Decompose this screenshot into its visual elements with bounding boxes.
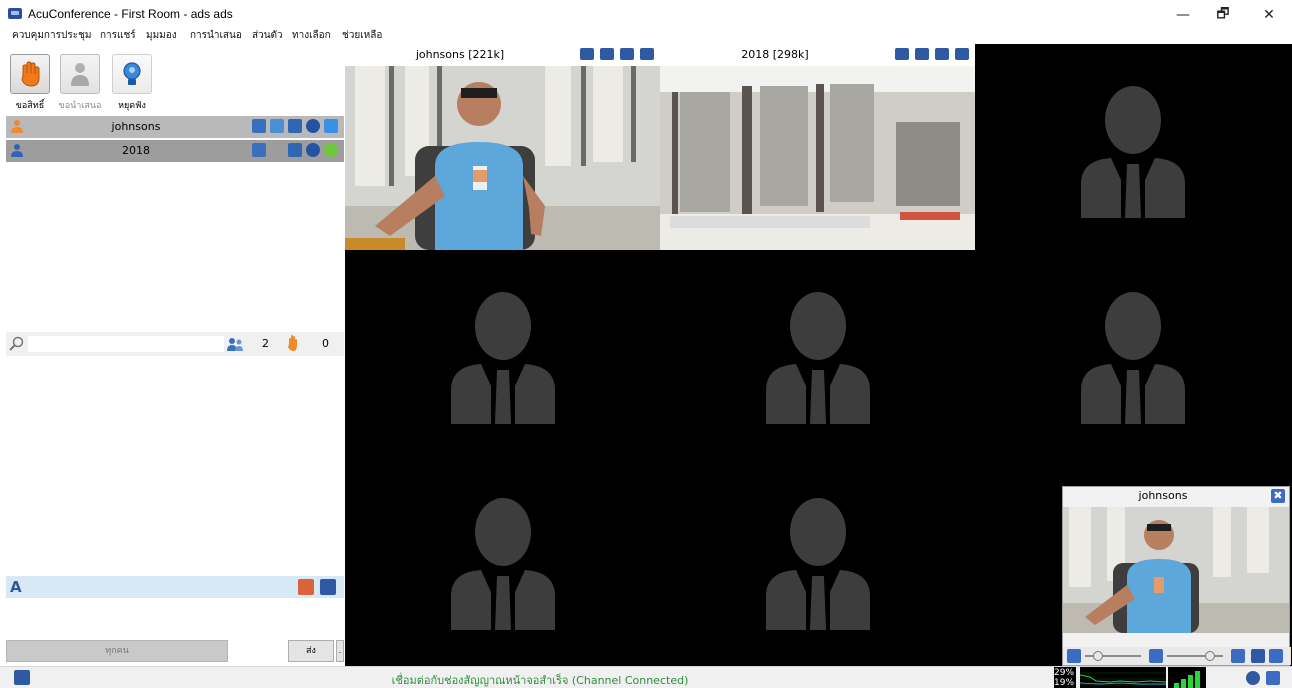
windows-os-icon <box>324 119 338 133</box>
webcam-icon[interactable] <box>306 119 320 133</box>
app-logo-icon <box>8 8 22 19</box>
raised-hand-count: 0 <box>322 337 329 350</box>
close-window-button[interactable]: ✕ <box>1246 4 1292 26</box>
connection-status: เชื่อมต่อกับช่องสัญญาณหน้าจอสำเร็จ (Chan… <box>391 674 689 687</box>
video-tile-title: johnsons [221k] <box>415 48 505 61</box>
search-icon <box>9 336 24 351</box>
menu-conference-control[interactable]: ควบคุมการประชุม <box>12 28 91 43</box>
font-icon[interactable]: A <box>10 578 22 596</box>
stop-listening-label: หยุดฟัง <box>118 101 146 111</box>
participant-search-bar: 2 0 <box>6 332 344 356</box>
network-signal-graph <box>1168 667 1206 688</box>
chat-icon[interactable] <box>252 143 266 157</box>
hand-icon <box>21 61 40 87</box>
hand-icon <box>288 335 297 351</box>
empty-seat-placeholder-icon <box>1081 86 1185 218</box>
maximize-button[interactable]: 🗗 <box>1200 4 1246 26</box>
participant-name: 2018 <box>122 144 150 157</box>
pin-icon[interactable] <box>620 48 634 60</box>
microphone-icon[interactable] <box>580 48 594 60</box>
camera-icon[interactable] <box>1251 649 1265 663</box>
clear-chat-icon[interactable] <box>298 579 314 595</box>
self-view-close-button[interactable]: ✖ <box>1271 489 1285 503</box>
chat-icon[interactable] <box>252 119 266 133</box>
microphone-icon[interactable] <box>288 119 302 133</box>
participant-count: 2 <box>262 337 269 350</box>
android-os-icon <box>324 143 338 157</box>
menu-presentation[interactable]: การนำเสนอ <box>190 28 242 43</box>
chat-toolbar: A <box>6 576 344 598</box>
video-tile-header: 2018 [298k] <box>660 44 975 66</box>
presenter-icon <box>71 63 89 86</box>
users-icon <box>227 338 243 351</box>
speaker-volume-thumb[interactable] <box>1093 651 1103 661</box>
menu-options[interactable]: ทางเลือก <box>292 28 331 43</box>
gear-icon[interactable] <box>1269 649 1283 663</box>
video-tile-tools <box>580 48 654 60</box>
menu-view[interactable]: มุมมอง <box>146 28 177 43</box>
app-window: AcuConference - First Room - ads ads — 🗗… <box>0 0 1292 688</box>
video-tile-title: 2018 [298k] <box>741 48 809 61</box>
raise-hand-label: ขอสิทธิ์ <box>15 101 45 111</box>
self-view-controls <box>1063 647 1291 665</box>
cpu-usage-bottom: 19% <box>1054 678 1075 688</box>
save-icon[interactable] <box>320 579 336 595</box>
webcam-icon[interactable] <box>306 143 320 157</box>
title-bar: AcuConference - First Room - ads ads — 🗗… <box>0 0 1292 28</box>
video-feed-2018 <box>660 66 975 250</box>
empty-seat-placeholder-icon <box>766 292 870 424</box>
participant-row[interactable]: 2018 <box>6 140 344 162</box>
camera-icon[interactable] <box>915 48 929 60</box>
self-view-title: johnsons <box>1138 489 1188 502</box>
empty-seat-placeholder-icon <box>766 498 870 630</box>
menu-personal[interactable]: ส่วนตัว <box>252 28 283 43</box>
search-input[interactable] <box>28 336 224 352</box>
microphone-icon[interactable] <box>1149 649 1163 663</box>
participant-name: johnsons <box>111 120 161 133</box>
chat-send-row: ทุกคน ส่ง . <box>6 640 344 664</box>
raise-hand-button[interactable] <box>10 54 50 94</box>
window-title: AcuConference - First Room - ads ads <box>28 7 233 21</box>
microphone-icon[interactable] <box>895 48 909 60</box>
self-view-window[interactable]: johnsons ✖ <box>1062 486 1291 666</box>
speaker-icon[interactable] <box>1067 649 1081 663</box>
action-toolbar: ขอสิทธิ์ ขอนำเสนอ หยุดฟัง <box>0 44 345 116</box>
user-profile-icon[interactable] <box>1266 671 1280 685</box>
share-icon[interactable] <box>270 119 284 133</box>
stop-listening-button[interactable] <box>112 54 152 94</box>
empty-seat-placeholder-icon <box>451 292 555 424</box>
send-options-button[interactable]: . <box>336 640 344 662</box>
pin-icon[interactable] <box>935 48 949 60</box>
menu-sharing[interactable]: การแชร์ <box>100 28 136 43</box>
settings-icon[interactable] <box>1231 649 1245 663</box>
participant-row[interactable]: johnsons <box>6 116 344 138</box>
recipient-select[interactable]: ทุกคน <box>6 640 228 662</box>
cpu-usage-readout: 29% 19% <box>1054 667 1076 688</box>
video-tile-header: johnsons [221k] <box>345 44 660 66</box>
microphone-icon[interactable] <box>288 143 302 157</box>
request-present-button[interactable] <box>60 54 100 94</box>
cpu-usage-top: 29% <box>1054 668 1075 678</box>
empty-seat-placeholder-icon <box>1081 292 1185 424</box>
info-icon[interactable] <box>1246 671 1260 685</box>
empty-seat-placeholder-icon <box>451 498 555 630</box>
self-video-feed <box>1063 507 1289 633</box>
close-icon[interactable] <box>640 48 654 60</box>
camera-icon[interactable] <box>600 48 614 60</box>
video-tile-tools <box>895 48 969 60</box>
request-present-label: ขอนำเสนอ <box>58 101 102 111</box>
send-button[interactable]: ส่ง <box>288 640 334 662</box>
status-bar: เชื่อมต่อกับช่องสัญญาณหน้าจอสำเร็จ (Chan… <box>0 666 1292 688</box>
cpu-usage-graph <box>1080 667 1166 688</box>
left-panel: ขอสิทธิ์ ขอนำเสนอ หยุดฟัง johnsons 2018 … <box>0 44 345 666</box>
video-feed-johnsons <box>345 66 660 250</box>
close-icon[interactable] <box>955 48 969 60</box>
lightbulb-icon <box>123 62 141 85</box>
menu-bar: ควบคุมการประชุม การแชร์ มุมมอง การนำเสนอ… <box>0 26 1292 44</box>
mic-volume-thumb[interactable] <box>1205 651 1215 661</box>
menu-help[interactable]: ช่วยเหลือ <box>342 28 382 43</box>
